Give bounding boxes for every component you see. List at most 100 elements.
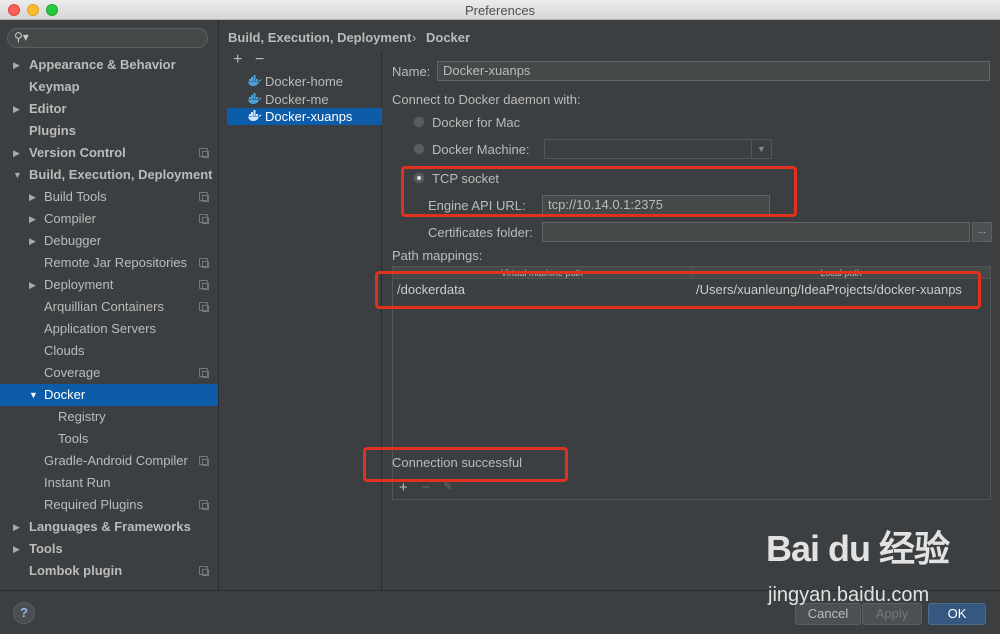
docker-config-label: Docker-xuanps — [265, 109, 353, 124]
sidebar-item[interactable]: ▼ Docker — [0, 384, 218, 406]
docker-config-item[interactable]: Docker-xuanps — [227, 108, 382, 125]
sidebar-item-label: Debugger — [44, 233, 102, 248]
sidebar-item-label: Remote Jar Repositories — [44, 255, 188, 270]
sidebar-item[interactable]: ▶ Debugger — [0, 230, 218, 252]
sidebar-item-label: Required Plugins — [44, 497, 144, 512]
sidebar-item[interactable]: Arquillian Containers — [0, 296, 218, 318]
sidebar-item[interactable]: Application Servers — [0, 318, 218, 340]
sidebar-item[interactable]: Keymap — [0, 76, 218, 98]
sidebar-item[interactable]: ▶ Version Control — [0, 142, 218, 164]
collapsed-arrow-icon[interactable]: ▶ — [13, 54, 20, 76]
collapsed-arrow-icon[interactable]: ▶ — [29, 230, 36, 252]
project-settings-icon — [199, 500, 209, 510]
project-settings-icon — [199, 148, 209, 158]
docker-config-form: Name: Docker-xuanps Connect to Docker da… — [383, 52, 1000, 590]
docker-for-mac-label: Docker for Mac — [432, 115, 521, 130]
highlight-tcp-socket — [401, 166, 797, 217]
sidebar-item[interactable]: Tools — [0, 428, 218, 450]
breadcrumb-parent: Build, Execution, Deployment — [228, 30, 412, 45]
docker-machine-radio[interactable] — [413, 143, 425, 155]
connect-label: Connect to Docker daemon with: — [392, 92, 581, 107]
sidebar-item[interactable]: ▶ Tools — [0, 538, 218, 560]
sidebar-item-label: Deployment — [44, 277, 114, 292]
sidebar-item[interactable]: ▶ Deployment — [0, 274, 218, 296]
docker-for-mac-radio[interactable] — [413, 116, 425, 128]
highlight-path-mapping — [375, 271, 981, 309]
help-button[interactable]: ? — [13, 602, 35, 624]
docker-machine-label: Docker Machine: — [432, 142, 530, 157]
highlight-connection-status — [363, 447, 568, 482]
collapsed-arrow-icon[interactable]: ▶ — [29, 208, 36, 230]
docker-config-label: Docker-home — [265, 74, 344, 89]
project-settings-icon — [199, 280, 209, 290]
remove-config-button[interactable]: − — [255, 51, 264, 69]
sidebar-item[interactable]: ▶ Build Tools — [0, 186, 218, 208]
title-bar: Preferences — [0, 0, 1000, 20]
sidebar-item-label: Clouds — [44, 343, 85, 358]
sidebar-item-label: Gradle-Android Compiler — [44, 453, 188, 468]
expanded-arrow-icon[interactable]: ▼ — [13, 164, 22, 186]
docker-config-item[interactable]: Docker-home — [227, 73, 382, 90]
docker-whale-icon — [248, 92, 262, 104]
expanded-arrow-icon[interactable]: ▼ — [29, 384, 38, 406]
collapsed-arrow-icon[interactable]: ▶ — [13, 142, 20, 164]
sidebar-item-label: Tools — [29, 541, 63, 556]
sidebar-item[interactable]: ▼ Build, Execution, Deployment — [0, 164, 218, 186]
docker-whale-icon — [248, 75, 262, 86]
sidebar-item[interactable]: Required Plugins — [0, 494, 218, 516]
add-config-button[interactable]: + — [233, 51, 242, 69]
browse-button[interactable]: ... — [972, 222, 992, 242]
sidebar-item-label: Instant Run — [44, 475, 111, 490]
cancel-button[interactable]: Cancel — [795, 603, 861, 625]
docker-whale-icon — [248, 110, 262, 121]
sidebar-item[interactable]: ▶ Compiler — [0, 208, 218, 230]
collapsed-arrow-icon[interactable]: ▶ — [29, 186, 36, 208]
sidebar-item-label: Plugins — [29, 123, 76, 138]
sidebar-item[interactable]: Clouds — [0, 340, 218, 362]
collapsed-arrow-icon[interactable]: ▶ — [13, 538, 20, 560]
sidebar-item[interactable]: Instant Run — [0, 472, 218, 494]
sidebar-item[interactable]: Coverage — [0, 362, 218, 384]
certificates-field[interactable] — [542, 222, 970, 242]
collapsed-arrow-icon[interactable]: ▶ — [13, 98, 20, 120]
sidebar-item[interactable]: Lombok plugin — [0, 560, 218, 582]
sidebar-item[interactable]: Plugins — [0, 120, 218, 142]
project-settings-icon — [199, 192, 209, 202]
path-mappings-label: Path mappings: — [392, 248, 483, 263]
docker-config-item[interactable]: Docker-me — [227, 91, 382, 108]
search-icon: ⚲▾ — [14, 30, 29, 44]
project-settings-icon — [199, 456, 209, 466]
project-settings-icon — [199, 368, 209, 378]
collapsed-arrow-icon[interactable]: ▶ — [13, 516, 20, 538]
dialog-footer: ? Cancel Apply OK — [0, 590, 1000, 634]
breadcrumb-separator: › — [412, 30, 417, 45]
sidebar-item-label: Tools — [58, 431, 89, 446]
sidebar-item[interactable]: ▶ Editor — [0, 98, 218, 120]
window-title: Preferences — [464, 3, 536, 18]
docker-machine-select[interactable]: ▼ — [544, 139, 772, 159]
sidebar-item[interactable]: ▶ Languages & Frameworks — [0, 516, 218, 538]
certificates-label: Certificates folder: — [428, 225, 533, 240]
settings-search-input[interactable]: ⚲▾ — [7, 28, 208, 48]
sidebar-item[interactable]: Registry — [0, 406, 218, 428]
ok-button[interactable]: OK — [928, 603, 986, 625]
project-settings-icon — [199, 214, 209, 224]
sidebar-item-label: Arquillian Containers — [44, 299, 164, 314]
name-label: Name: — [392, 64, 431, 79]
docker-config-label: Docker-me — [265, 91, 329, 107]
sidebar-item[interactable]: Remote Jar Repositories — [0, 252, 218, 274]
apply-button[interactable]: Apply — [862, 603, 922, 625]
sidebar-item-label: Appearance & Behavior — [29, 57, 176, 72]
sidebar-item-label: Build Tools — [44, 189, 107, 204]
project-settings-icon — [199, 302, 209, 312]
breadcrumb-current: Docker — [426, 30, 471, 45]
sidebar-item[interactable]: Gradle-Android Compiler — [0, 450, 218, 472]
project-settings-icon — [199, 566, 209, 576]
project-settings-icon — [199, 258, 209, 268]
name-field[interactable]: Docker-xuanps — [437, 61, 990, 81]
sidebar-item-label: Registry — [58, 409, 106, 424]
collapsed-arrow-icon[interactable]: ▶ — [29, 274, 36, 296]
sidebar-item-label: Languages & Frameworks — [29, 519, 191, 534]
settings-sidebar: ⚲▾ ▶ Appearance & Behavior Keymap ▶ Editor Pl… — [0, 20, 219, 590]
sidebar-item[interactable]: ▶ Appearance & Behavior — [0, 54, 218, 76]
